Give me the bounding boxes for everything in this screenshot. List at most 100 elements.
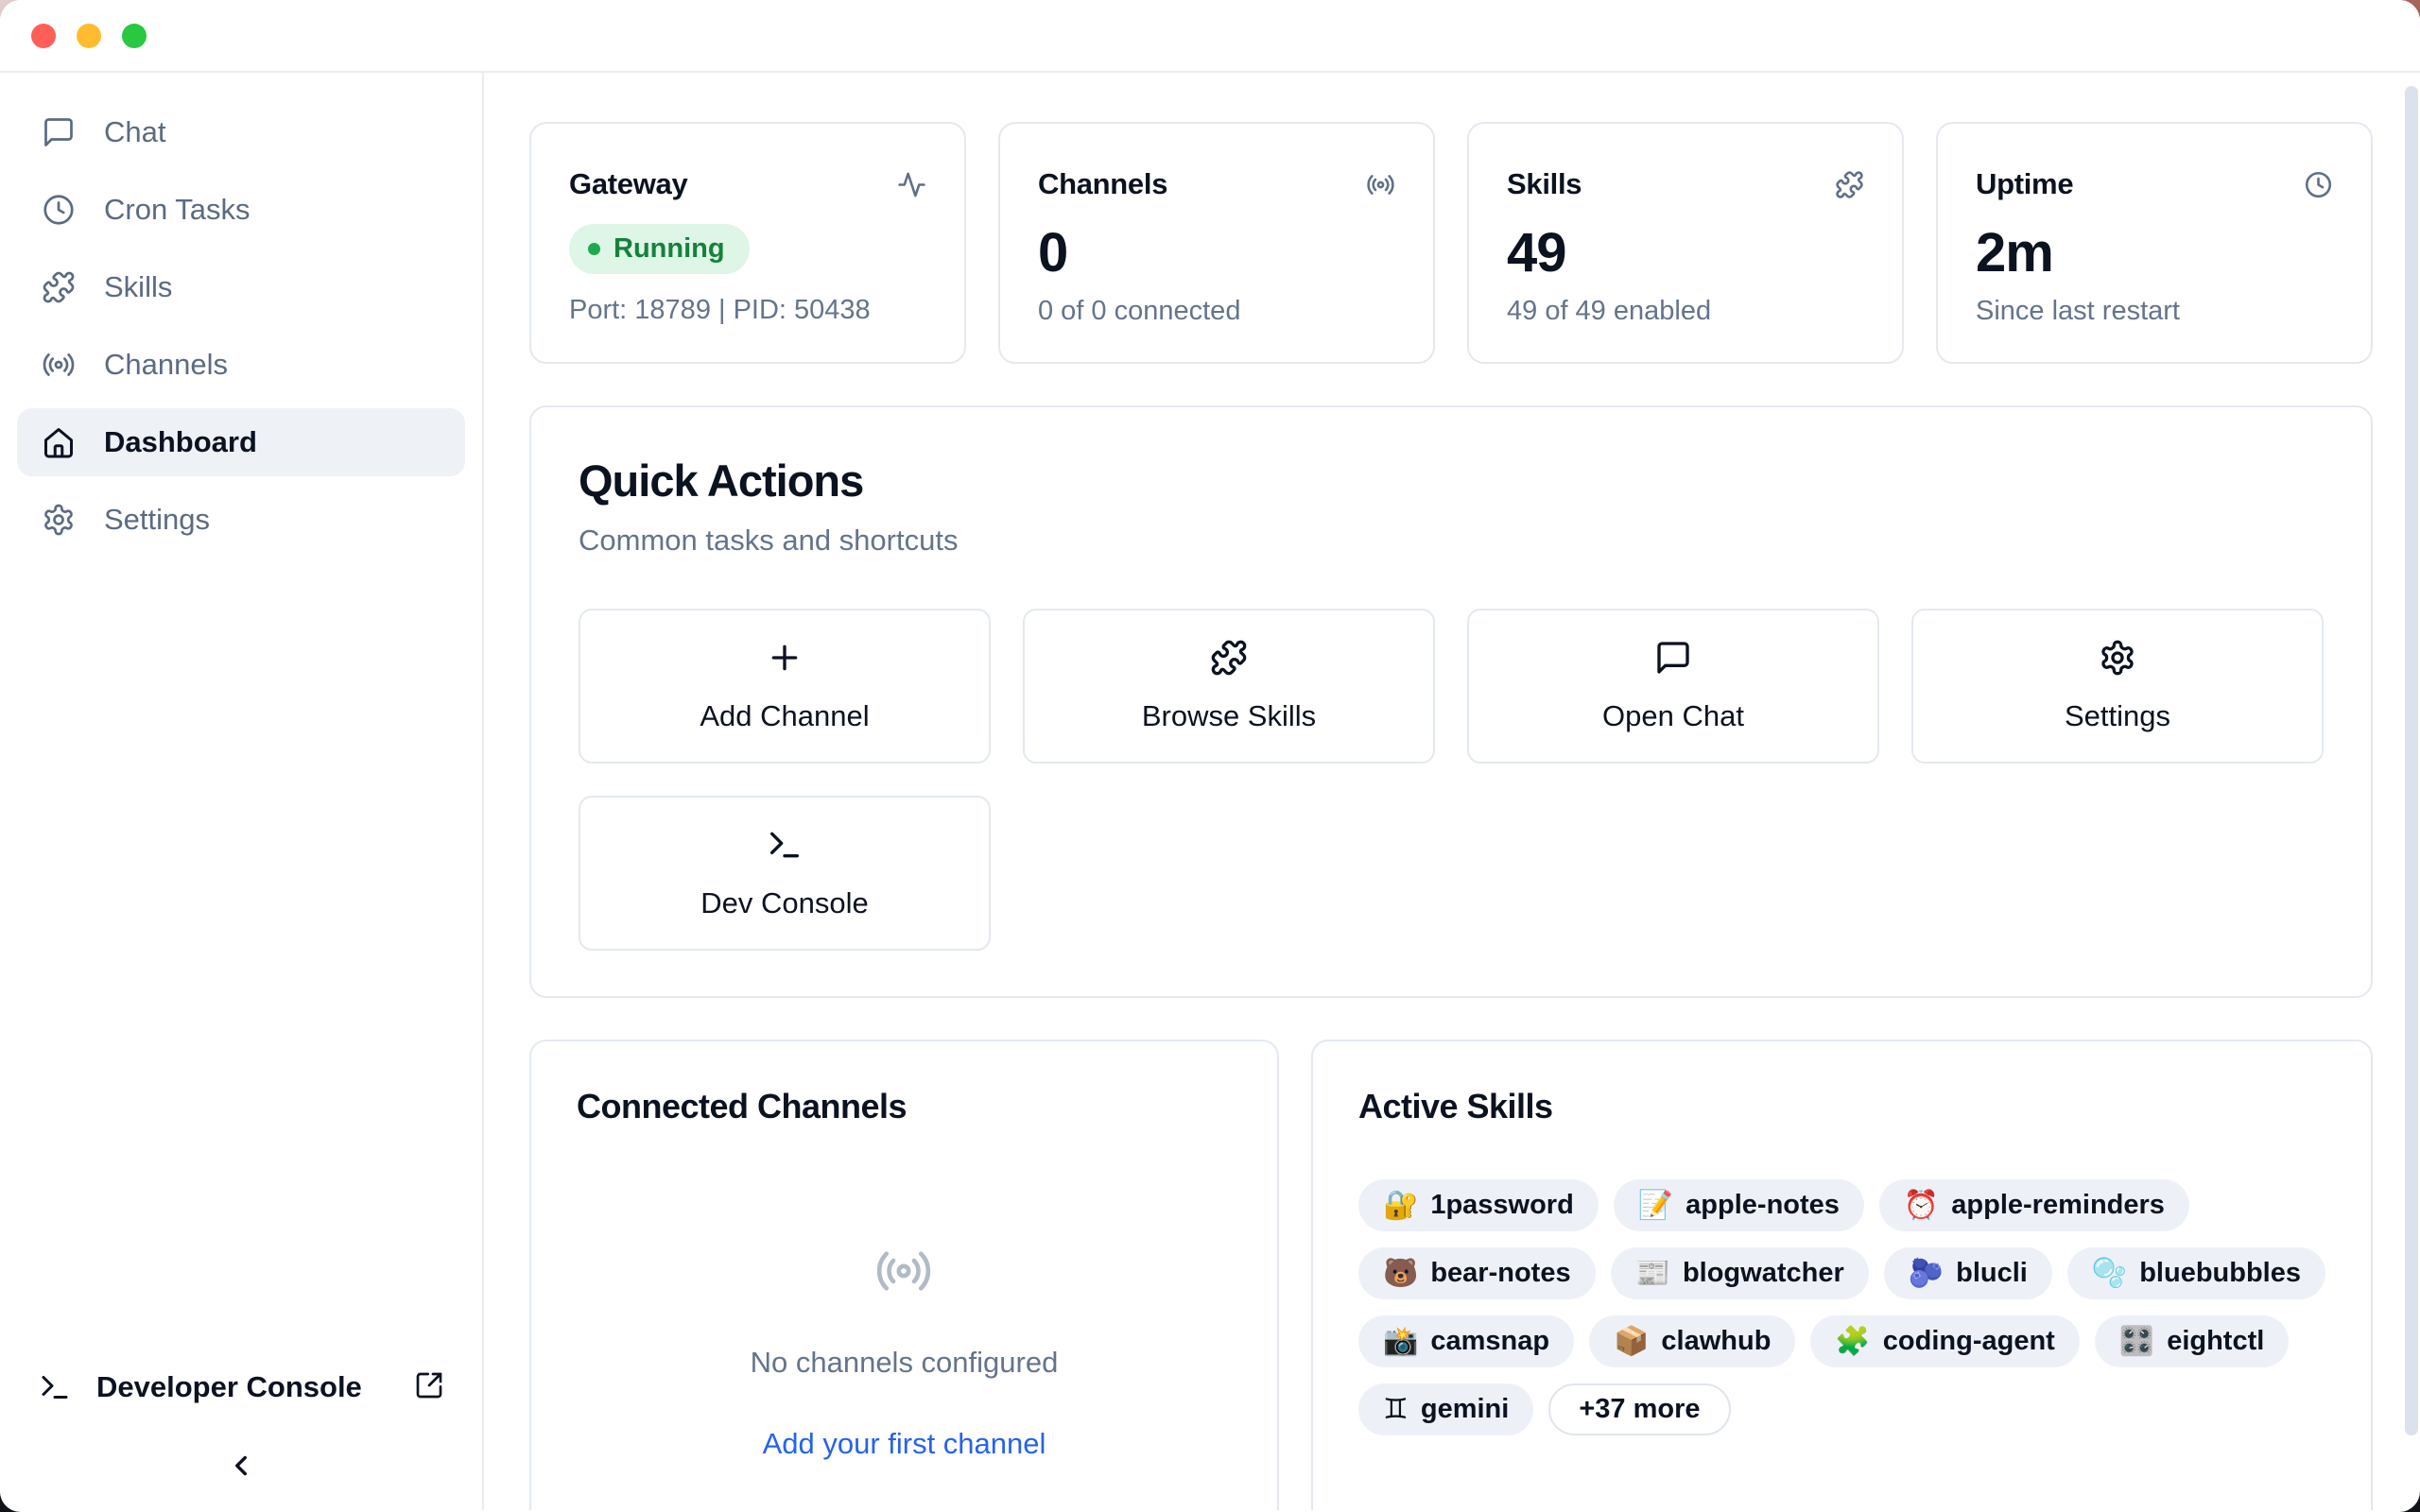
uptime-detail: Since last restart xyxy=(1976,296,2333,327)
quick-actions-subtitle: Common tasks and shortcuts xyxy=(579,524,2324,558)
browse-skills-label: Browse Skills xyxy=(1142,699,1316,733)
gateway-card: Gateway Running Port: 18789 | PID: 50438 xyxy=(529,122,966,364)
skill-chip: 🫐blucli xyxy=(1884,1247,2052,1299)
active-skills-card: Active Skills 🔐1password 📝apple-notes ⏰a… xyxy=(1311,1040,2373,1510)
sidebar-collapse-button[interactable] xyxy=(0,1450,482,1482)
add-channel-button[interactable]: Add Channel xyxy=(579,609,991,764)
active-skills-title: Active Skills xyxy=(1358,1087,2325,1126)
skill-chip: 🫧bluebubbles xyxy=(2067,1247,2325,1299)
uptime-card: Uptime 2m Since last restart xyxy=(1936,122,2373,364)
vertical-scrollbar[interactable] xyxy=(2405,86,2418,1435)
status-badge: Running xyxy=(569,224,750,274)
titlebar xyxy=(0,0,2420,73)
terminal-icon xyxy=(766,826,804,864)
skill-chip: 📸camsnap xyxy=(1358,1315,1574,1367)
chat-bubble-icon xyxy=(1654,639,1692,677)
connected-channels-card: Connected Channels No channels configure… xyxy=(529,1040,1279,1510)
skill-chip: 📦clawhub xyxy=(1589,1315,1795,1367)
chevron-left-icon xyxy=(225,1450,257,1482)
sidebar-item-settings[interactable]: Settings xyxy=(17,486,465,554)
puzzle-icon xyxy=(42,270,76,304)
activity-icon xyxy=(897,170,926,199)
quick-actions-grid: Add Channel Browse Skills Open Chat Sett… xyxy=(579,609,2324,951)
app-window: Chat Cron Tasks Skills Channels Dashboar… xyxy=(0,0,2420,1512)
sidebar-item-label: Settings xyxy=(104,503,210,537)
radio-icon xyxy=(874,1242,933,1300)
skills-card-title: Skills xyxy=(1507,167,1582,201)
blueberries-emoji-icon: 🫐 xyxy=(1909,1260,1944,1288)
channels-detail: 0 of 0 connected xyxy=(1038,296,1395,327)
sidebar-item-chat[interactable]: Chat xyxy=(17,98,465,166)
settings-label: Settings xyxy=(2065,699,2170,733)
camera-emoji-icon: 📸 xyxy=(1383,1328,1418,1356)
external-link-icon xyxy=(414,1370,444,1400)
knobs-emoji-icon: 🎛️ xyxy=(2119,1328,2154,1356)
channels-card: Channels 0 0 of 0 connected xyxy=(998,122,1435,364)
skills-card: Skills 49 49 of 49 enabled xyxy=(1467,122,1904,364)
skill-chip: 🧩coding-agent xyxy=(1810,1315,2079,1367)
lock-emoji-icon: 🔐 xyxy=(1383,1192,1418,1220)
memo-emoji-icon: 📝 xyxy=(1638,1192,1673,1220)
uptime-value: 2m xyxy=(1976,226,2333,281)
sidebar: Chat Cron Tasks Skills Channels Dashboar… xyxy=(0,73,484,1510)
quick-actions-card: Quick Actions Common tasks and shortcuts… xyxy=(529,405,2373,998)
open-external-button[interactable] xyxy=(414,1370,444,1405)
uptime-card-title: Uptime xyxy=(1976,167,2073,201)
settings-button[interactable]: Settings xyxy=(1911,609,2324,764)
developer-console-link[interactable]: Developer Console xyxy=(38,1357,444,1418)
home-icon xyxy=(42,425,76,459)
sidebar-item-dashboard[interactable]: Dashboard xyxy=(17,408,465,476)
sidebar-item-label: Cron Tasks xyxy=(104,193,251,227)
add-first-channel-link[interactable]: Add your first channel xyxy=(763,1427,1046,1461)
sidebar-item-cron-tasks[interactable]: Cron Tasks xyxy=(17,176,465,244)
status-dot-icon xyxy=(588,243,600,255)
alarm-emoji-icon: ⏰ xyxy=(1904,1192,1939,1220)
skill-chip: ♊gemini xyxy=(1358,1383,1533,1435)
bear-emoji-icon: 🐻 xyxy=(1383,1260,1418,1288)
sidebar-item-label: Channels xyxy=(104,348,228,382)
maximize-button[interactable] xyxy=(122,24,147,48)
radio-icon xyxy=(42,348,76,382)
connected-channels-title: Connected Channels xyxy=(577,1087,1232,1126)
close-button[interactable] xyxy=(31,24,56,48)
skills-detail: 49 of 49 enabled xyxy=(1507,296,1864,327)
skill-chip: 🐻bear-notes xyxy=(1358,1247,1596,1299)
stats-row: Gateway Running Port: 18789 | PID: 50438… xyxy=(529,122,2373,364)
gemini-emoji-icon: ♊ xyxy=(1383,1396,1409,1424)
bottom-row: Connected Channels No channels configure… xyxy=(529,1040,2373,1510)
skill-chip: ⏰apple-reminders xyxy=(1879,1179,2189,1231)
gear-icon xyxy=(42,503,76,537)
clock-icon xyxy=(42,193,76,227)
browse-skills-button[interactable]: Browse Skills xyxy=(1023,609,1435,764)
package-emoji-icon: 📦 xyxy=(1614,1328,1649,1356)
skill-chip: 📰blogwatcher xyxy=(1611,1247,1869,1299)
terminal-icon xyxy=(38,1370,72,1404)
gear-icon xyxy=(2099,639,2136,677)
skills-count: 49 xyxy=(1507,226,1864,281)
open-chat-button[interactable]: Open Chat xyxy=(1467,609,1879,764)
developer-console-label: Developer Console xyxy=(96,1370,362,1404)
quick-actions-title: Quick Actions xyxy=(579,455,2324,507)
sidebar-item-skills[interactable]: Skills xyxy=(17,253,465,321)
dev-console-label: Dev Console xyxy=(700,886,868,920)
chat-bubble-icon xyxy=(42,115,76,149)
sidebar-item-channels[interactable]: Channels xyxy=(17,331,465,399)
minimize-button[interactable] xyxy=(77,24,101,48)
radio-icon xyxy=(1366,170,1395,199)
bubbles-emoji-icon: 🫧 xyxy=(2092,1260,2127,1288)
add-channel-label: Add Channel xyxy=(700,699,869,733)
sidebar-item-label: Dashboard xyxy=(104,425,257,459)
skill-chip: 🔐1password xyxy=(1358,1179,1599,1231)
status-label: Running xyxy=(614,233,725,265)
skill-chip: 🎛️eightctl xyxy=(2095,1315,2289,1367)
gateway-card-title: Gateway xyxy=(569,167,687,201)
dev-console-button[interactable]: Dev Console xyxy=(579,796,991,951)
channels-empty-state: No channels configured Add your first ch… xyxy=(577,1126,1232,1461)
puzzle-emoji-icon: 🧩 xyxy=(1835,1328,1870,1356)
skill-chip: 📝apple-notes xyxy=(1614,1179,1864,1231)
sidebar-footer: Developer Console xyxy=(0,1357,482,1510)
show-more-skills-button[interactable]: +37 more xyxy=(1548,1383,1730,1435)
sidebar-item-label: Chat xyxy=(104,115,165,149)
channels-card-title: Channels xyxy=(1038,167,1167,201)
sidebar-item-label: Skills xyxy=(104,270,172,304)
